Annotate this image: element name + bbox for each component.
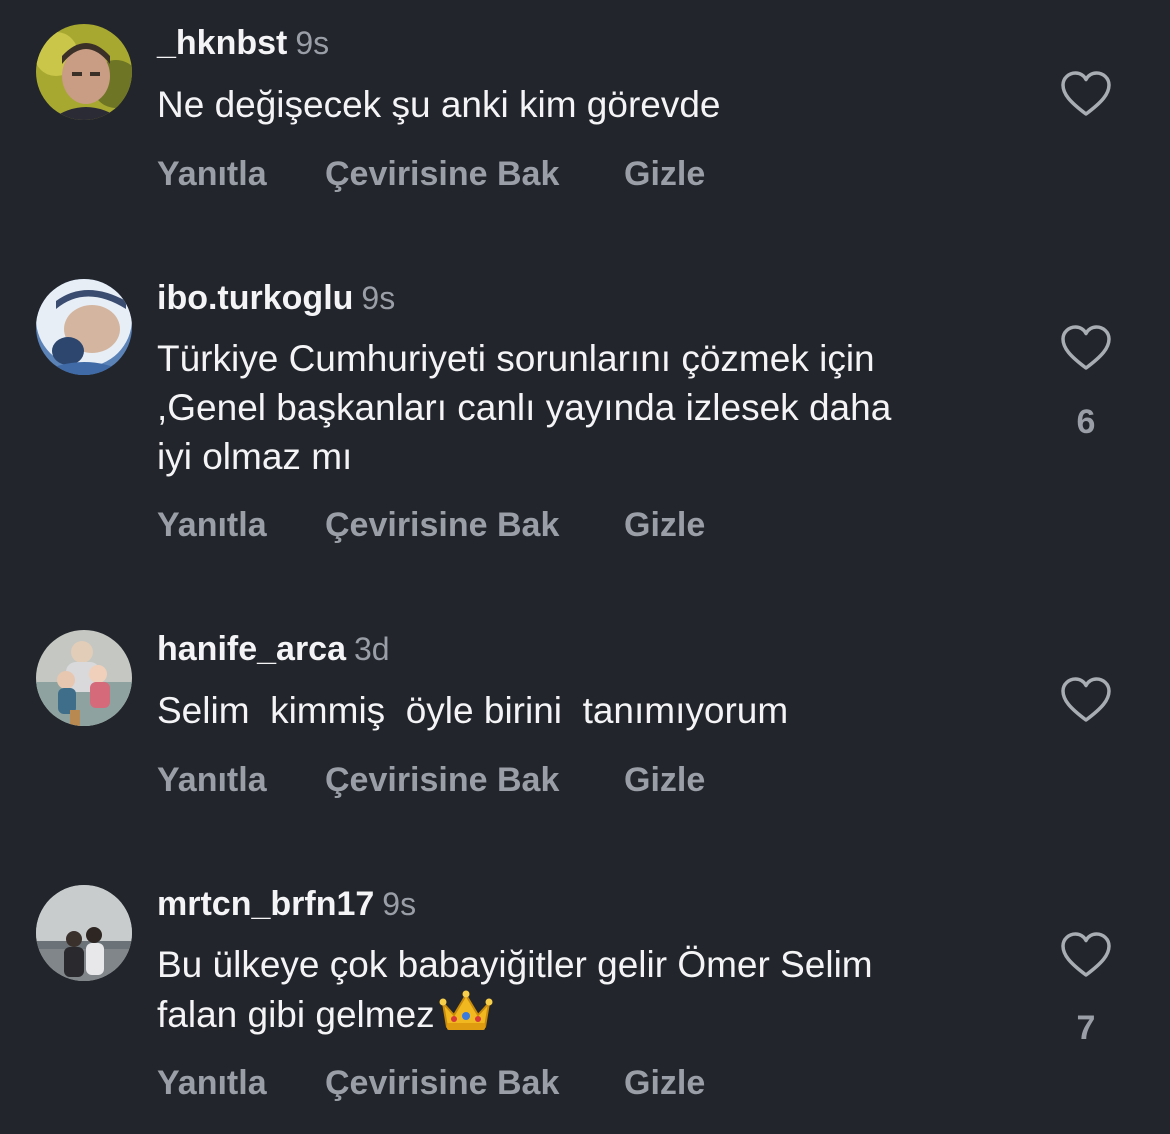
username[interactable]: _hknbst — [157, 24, 287, 62]
comment-text: Türkiye Cumhuriyeti sorunlarını çözmek i… — [157, 338, 892, 477]
timestamp: 3d — [354, 631, 390, 667]
timestamp: 9s — [361, 280, 396, 316]
username[interactable]: hanife_arca — [157, 630, 346, 668]
like-count: 6 — [1076, 403, 1096, 441]
comment-header: _hknbst 9s — [157, 24, 329, 63]
comment-text-content: Bu ülkeye çok babayiğitler gelir Ömer Se… — [157, 944, 873, 1035]
avatar[interactable] — [36, 24, 132, 120]
avatar[interactable] — [36, 630, 132, 726]
translate-button[interactable]: Çevirisine Bak — [325, 1064, 559, 1103]
reply-button[interactable]: Yanıtla — [157, 1064, 267, 1103]
comment-header: mrtcn_brfn17 9s — [157, 885, 416, 924]
translate-button[interactable]: Çevirisine Bak — [325, 155, 559, 194]
avatar[interactable] — [36, 885, 132, 981]
comment-header: ibo.turkoglu 9s — [157, 279, 395, 318]
comment-item: mrtcn_brfn17 9s Bu ülkeye çok babayiğitle… — [0, 861, 1170, 1134]
translate-button[interactable]: Çevirisine Bak — [325, 506, 559, 545]
like-button[interactable] — [1060, 676, 1112, 724]
like-button[interactable] — [1060, 324, 1112, 372]
timestamp: 9s — [295, 25, 330, 61]
hide-button[interactable]: Gizle — [624, 761, 705, 800]
like-button[interactable] — [1060, 70, 1112, 118]
like-count: 7 — [1076, 1009, 1096, 1047]
like-button[interactable] — [1060, 931, 1112, 979]
hide-button[interactable]: Gizle — [624, 1064, 705, 1103]
reply-button[interactable]: Yanıtla — [157, 761, 267, 800]
translate-button[interactable]: Çevirisine Bak — [325, 761, 559, 800]
heart-outline-icon — [1061, 71, 1111, 116]
username[interactable]: mrtcn_brfn17 — [157, 885, 374, 923]
hide-button[interactable]: Gizle — [624, 506, 705, 545]
username[interactable]: ibo.turkoglu — [157, 279, 353, 317]
comment-item: hanife_arca 3d Selim kimmiş öyle birini t… — [0, 606, 1170, 836]
comment-header: hanife_arca 3d — [157, 630, 390, 669]
timestamp: 9s — [382, 886, 417, 922]
heart-outline-icon — [1061, 677, 1111, 722]
comment-item: ibo.turkoglu 9s Türkiye Cumhuriyeti sorun… — [0, 255, 1170, 585]
crown-emoji — [439, 990, 493, 1030]
heart-outline-icon — [1061, 325, 1111, 370]
comment-text: Bu ülkeye çok babayiğitler gelir Ömer Se… — [157, 940, 1017, 1039]
comment-text: Selim kimmiş öyle birini tanımıyorum — [157, 690, 789, 731]
heart-outline-icon — [1061, 932, 1111, 977]
avatar[interactable] — [36, 279, 132, 375]
comment-item: _hknbst 9s Ne değişecek şu anki kim görev… — [0, 0, 1170, 230]
hide-button[interactable]: Gizle — [624, 155, 705, 194]
reply-button[interactable]: Yanıtla — [157, 506, 267, 545]
reply-button[interactable]: Yanıtla — [157, 155, 267, 194]
comment-text: Ne değişecek şu anki kim görevde — [157, 84, 721, 125]
